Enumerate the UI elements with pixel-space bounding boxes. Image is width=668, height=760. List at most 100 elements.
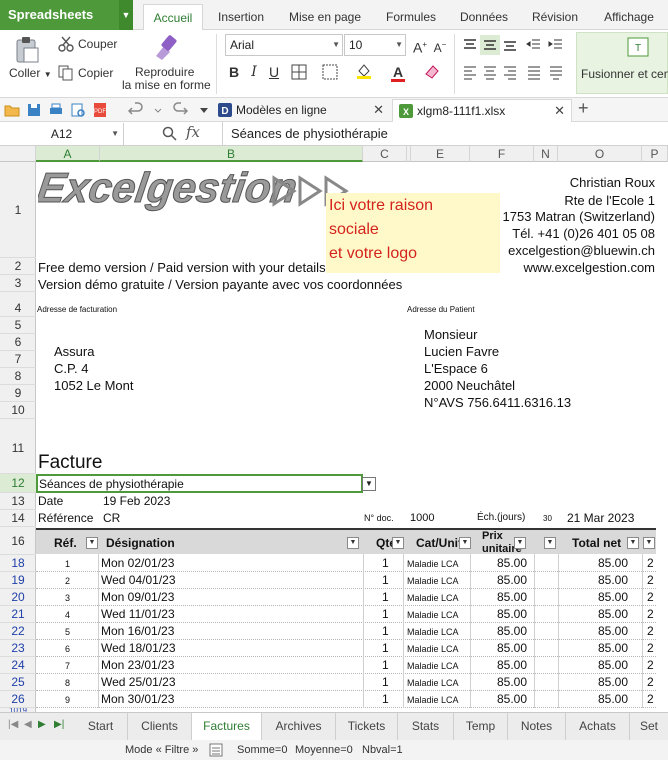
filter-dropdown-icon[interactable]: ▼ <box>544 537 556 549</box>
paste-icon[interactable] <box>14 36 40 64</box>
spreadsheet-grid[interactable]: Excelgestion Ici votre raison sociale et… <box>36 162 668 712</box>
column-header-c[interactable]: C <box>363 146 407 162</box>
sheet-tab-achats[interactable]: Achats <box>566 713 630 740</box>
tab-mise-en-page[interactable]: Mise en page <box>280 4 370 30</box>
row-header[interactable]: 8 <box>0 368 36 385</box>
row-header[interactable]: 10 <box>0 402 36 419</box>
align-bottom-icon[interactable] <box>500 35 520 55</box>
row-header[interactable]: 12 <box>0 474 36 493</box>
table-row[interactable]: 4 Wed 11/01/23 1 Maladie LCA 85.00 85.00… <box>36 606 656 623</box>
filter-dropdown-icon[interactable]: ▼ <box>347 537 359 549</box>
align-right-icon[interactable] <box>500 62 520 82</box>
format-painter-icon[interactable] <box>150 34 178 62</box>
font-color-icon[interactable]: A <box>388 62 408 82</box>
redo-icon[interactable] <box>172 102 188 118</box>
prev-sheet-icon[interactable]: ◀ <box>24 719 32 730</box>
font-grow-icon[interactable]: A+ <box>410 35 430 56</box>
column-header-n[interactable]: N <box>534 146 558 162</box>
table-row[interactable]: 1 Mon 02/01/23 1 Maladie LCA 85.00 85.00… <box>36 555 656 572</box>
tab-formules[interactable]: Formules <box>378 4 444 30</box>
tab-revision[interactable]: Révision <box>524 4 586 30</box>
italic-icon[interactable]: I <box>244 62 264 82</box>
copy-icon[interactable] <box>58 65 74 81</box>
selected-cell-a12[interactable]: Séances de physiothérapie <box>36 474 363 493</box>
column-header-e[interactable]: E <box>411 146 470 162</box>
row-header[interactable]: 18 <box>0 555 36 572</box>
filter-dropdown-icon[interactable]: ▼ <box>514 537 526 549</box>
calculator-icon[interactable] <box>209 743 223 757</box>
indent-increase-icon[interactable] <box>546 35 566 55</box>
filter-dropdown-icon[interactable]: ▼ <box>459 537 471 549</box>
row-header[interactable]: 20 <box>0 589 36 606</box>
name-box[interactable]: A12 ▼ <box>0 123 124 145</box>
row-header[interactable]: 25 <box>0 674 36 691</box>
merge-center-button[interactable]: T Fusionner et cent <box>576 32 668 94</box>
tab-insertion[interactable]: Insertion <box>208 4 274 30</box>
row-header[interactable]: 3 <box>0 275 36 292</box>
open-folder-icon[interactable] <box>4 102 20 118</box>
sheet-tab-archives[interactable]: Archives <box>262 713 336 740</box>
sheet-tab-clients[interactable]: Clients <box>128 713 192 740</box>
save-icon[interactable] <box>26 102 42 118</box>
app-menu-button[interactable]: Spreadsheets ▼ <box>0 0 133 30</box>
paste-button[interactable]: Coller ▼ <box>9 66 52 80</box>
print-icon[interactable] <box>48 102 64 118</box>
bold-icon[interactable]: B <box>224 62 244 82</box>
sheet-tab-factures[interactable]: Factures <box>192 713 262 740</box>
insert-function-button[interactable]: fx <box>186 123 200 141</box>
first-sheet-icon[interactable]: |◀ <box>8 719 18 730</box>
chevron-down-icon[interactable]: ▼ <box>119 0 133 30</box>
tab-accueil[interactable]: Accueil <box>143 4 203 30</box>
sheet-tab-notes[interactable]: Notes <box>508 713 566 740</box>
table-row[interactable]: 8 Wed 25/01/23 1 Maladie LCA 85.00 85.00… <box>36 674 656 691</box>
sheet-tab-tickets[interactable]: Tickets <box>336 713 398 740</box>
search-icon[interactable] <box>162 126 178 142</box>
new-tab-icon[interactable]: + <box>578 98 589 119</box>
undo-dropdown-icon[interactable] <box>150 102 166 118</box>
row-header[interactable]: 26 <box>0 691 36 708</box>
table-row[interactable]: 6 Wed 18/01/23 1 Maladie LCA 85.00 85.00… <box>36 640 656 657</box>
row-header[interactable]: 16 <box>0 527 36 555</box>
print-preview-icon[interactable] <box>70 102 86 118</box>
pdf-export-icon[interactable]: PDF <box>92 102 108 118</box>
row-header[interactable]: 2 <box>0 258 36 275</box>
sheet-tab-stats[interactable]: Stats <box>398 713 454 740</box>
row-header[interactable]: 13 <box>0 493 36 510</box>
row-header[interactable]: 6 <box>0 334 36 351</box>
row-header[interactable]: 11 <box>0 419 36 474</box>
merge-cells-icon[interactable] <box>320 62 340 82</box>
indent-decrease-icon[interactable] <box>524 35 544 55</box>
filter-dropdown-icon[interactable]: ▼ <box>643 537 655 549</box>
table-row[interactable]: 9 Mon 30/01/23 1 Maladie LCA 85.00 85.00… <box>36 691 656 708</box>
font-size-select[interactable]: 10 ▼ <box>344 34 406 56</box>
column-header-a[interactable]: A <box>36 146 100 162</box>
row-header[interactable]: 22 <box>0 623 36 640</box>
distributed-icon[interactable] <box>546 62 566 82</box>
fill-color-icon[interactable] <box>354 62 374 82</box>
borders-icon[interactable] <box>289 62 309 82</box>
cut-button[interactable]: Couper <box>78 37 117 51</box>
column-header-o[interactable]: O <box>558 146 642 162</box>
tab-affichage[interactable]: Affichage <box>594 4 664 30</box>
row-header[interactable]: 1 <box>0 162 36 258</box>
column-header-p[interactable]: P <box>642 146 668 162</box>
column-header-b[interactable]: B <box>100 146 363 162</box>
select-all-corner[interactable] <box>0 146 36 162</box>
table-row[interactable]: 5 Mon 16/01/23 1 Maladie LCA 85.00 85.00… <box>36 623 656 640</box>
row-header[interactable]: 19 <box>0 572 36 589</box>
filter-dropdown-icon[interactable]: ▼ <box>86 537 98 549</box>
scissors-icon[interactable] <box>58 36 74 52</box>
customize-toolbar-icon[interactable] <box>196 102 212 118</box>
sheet-tab-temp[interactable]: Temp <box>454 713 508 740</box>
copy-button[interactable]: Copier <box>78 66 113 80</box>
close-icon[interactable]: ✕ <box>554 100 565 122</box>
underline-icon[interactable]: U <box>264 62 284 82</box>
undo-icon[interactable] <box>128 102 144 118</box>
filter-active-icon[interactable]: ▼ <box>392 537 404 549</box>
formula-input[interactable]: Séances de physiothérapie <box>222 122 668 146</box>
row-header[interactable]: 21 <box>0 606 36 623</box>
doc-tab-file[interactable]: X xlgm8-111f1.xlsx ✕ <box>392 99 572 122</box>
align-top-icon[interactable] <box>460 35 480 55</box>
row-header[interactable]: 5 <box>0 317 36 334</box>
cell-dropdown-chevron-icon[interactable]: ▼ <box>362 477 376 491</box>
